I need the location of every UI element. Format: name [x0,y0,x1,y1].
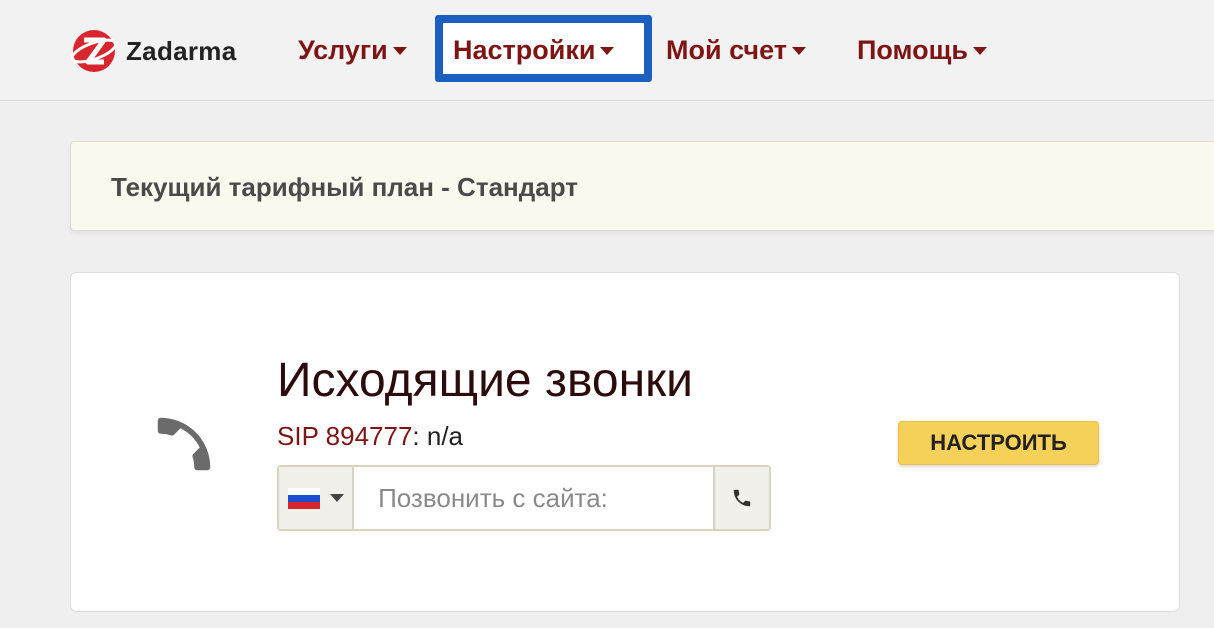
nav-item-label: Настройки [453,34,596,65]
tariff-plan-banner: Текущий тарифный план - Стандарт [70,141,1214,231]
web-call-input[interactable] [354,467,714,529]
chevron-down-icon [791,47,806,55]
web-call-form [277,465,771,531]
phone-icon [157,417,211,471]
chevron-down-icon [973,47,988,55]
nav-item-help[interactable]: Помощь [857,30,988,70]
country-select[interactable] [279,467,355,529]
nav-item-label: Мой счет [666,34,787,65]
chevron-down-icon [600,47,615,55]
sip-account-value: : n/a [412,421,464,451]
phone-call-icon [733,489,751,507]
sip-status: SIP 894777: n/a [277,421,463,452]
outgoing-calls-card: Исходящие звонки SIP 894777: n/a НАСТРОИ… [70,272,1180,612]
nav-item-settings[interactable]: Настройки [453,30,615,70]
top-navigation-bar: Zadarma Услуги Настройки Мой счет Помощь [0,0,1214,101]
configure-button[interactable]: НАСТРОИТЬ [898,421,1099,465]
chevron-down-icon [329,494,344,502]
nav-item-label: Услуги [298,34,388,65]
call-button[interactable] [713,467,769,529]
chevron-down-icon [392,47,407,55]
outgoing-calls-title: Исходящие звонки [277,354,693,407]
brand-name: Zadarma [126,35,237,66]
brand-logo[interactable]: Zadarma [70,26,236,76]
sip-account-label[interactable]: SIP 894777 [277,421,412,451]
nav-item-my-account[interactable]: Мой счет [666,30,806,70]
russia-flag-icon [287,487,320,509]
zadarma-logo-icon [70,30,118,72]
nav-item-services[interactable]: Услуги [298,30,407,70]
tariff-plan-text: Текущий тарифный план - Стандарт [111,172,578,202]
nav-item-label: Помощь [857,34,969,65]
